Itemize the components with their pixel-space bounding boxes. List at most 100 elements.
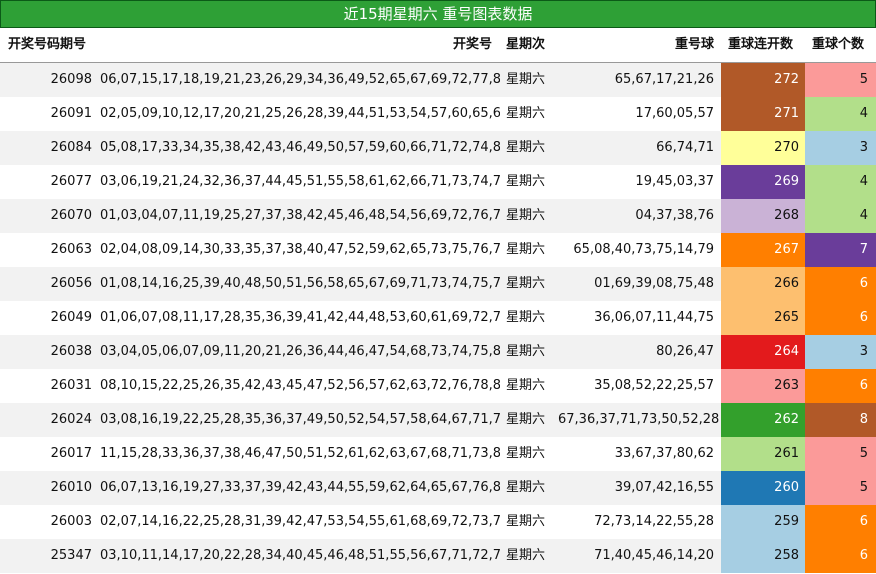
streak-cell: 264	[721, 335, 805, 369]
table-row: 26056 01,08,14,16,25,39,40,48,50,51,56,58…	[0, 267, 876, 301]
numbers-cell: 01,08,14,16,25,39,40,48,50,51,56,58,65,6…	[100, 276, 500, 291]
table-header: 开奖号码期号 开奖号 星期次 重号球 重球连开数 重球个数	[0, 28, 876, 63]
count-cell: 6	[805, 301, 876, 335]
weekday-cell: 星期六	[506, 276, 546, 291]
weekday-cell: 星期六	[506, 208, 546, 223]
repeat-balls-cell: 35,08,52,22,25,57	[594, 378, 714, 393]
count-cell: 6	[805, 539, 876, 573]
header-issue: 开奖号码期号	[8, 37, 87, 52]
repeat-balls-cell: 39,07,42,16,55	[614, 480, 714, 495]
table-row: 26084 05,08,17,33,34,35,38,42,43,46,49,50…	[0, 131, 876, 165]
numbers-cell: 01,03,04,07,11,19,25,27,37,38,42,45,46,4…	[100, 208, 500, 223]
weekday-cell: 星期六	[506, 310, 546, 325]
count-cell: 4	[805, 97, 876, 131]
streak-cell: 268	[721, 199, 805, 233]
streak-cell: 271	[721, 97, 805, 131]
header-weekday: 星期次	[506, 37, 546, 52]
numbers-cell: 03,08,16,19,22,25,28,35,36,37,49,50,52,5…	[100, 412, 500, 427]
header-streak: 重球连开数	[728, 37, 794, 52]
issue-cell: 26063	[50, 242, 92, 257]
weekday-cell: 星期六	[506, 344, 546, 359]
weekday-cell: 星期六	[506, 140, 546, 155]
table-row: 26049 01,06,07,08,11,17,28,35,36,39,41,42…	[0, 301, 876, 335]
numbers-cell: 02,05,09,10,12,17,20,21,25,26,28,39,44,5…	[100, 106, 500, 121]
numbers-cell: 05,08,17,33,34,35,38,42,43,46,49,50,57,5…	[100, 140, 500, 155]
issue-cell: 26017	[50, 446, 92, 461]
table-row: 26017 11,15,28,33,36,37,38,46,47,50,51,52…	[0, 437, 876, 471]
issue-cell: 25347	[50, 548, 92, 563]
repeat-balls-cell: 01,69,39,08,75,48	[594, 276, 714, 291]
header-repeat-balls: 重号球	[674, 37, 714, 52]
issue-cell: 26010	[50, 480, 92, 495]
streak-cell: 261	[721, 437, 805, 471]
streak-cell: 270	[721, 131, 805, 165]
count-cell: 4	[805, 199, 876, 233]
repeat-balls-cell: 19,45,03,37	[635, 174, 714, 189]
numbers-cell: 06,07,13,16,19,27,33,37,39,42,43,44,55,5…	[100, 480, 500, 495]
table-row: 26003 02,07,14,16,22,25,28,31,39,42,47,53…	[0, 505, 876, 539]
numbers-cell: 02,07,14,16,22,25,28,31,39,42,47,53,54,5…	[100, 514, 500, 529]
count-cell: 4	[805, 165, 876, 199]
numbers-cell: 06,07,15,17,18,19,21,23,26,29,34,36,49,5…	[100, 72, 500, 87]
count-cell: 6	[805, 267, 876, 301]
weekday-cell: 星期六	[506, 480, 546, 495]
numbers-cell: 11,15,28,33,36,37,38,46,47,50,51,52,61,6…	[100, 446, 500, 461]
issue-cell: 26003	[50, 514, 92, 529]
page: 近15期星期六 重号图表数据 开奖号码期号 开奖号 星期次 重号球 重球连开数 …	[0, 0, 876, 574]
issue-cell: 26056	[50, 276, 92, 291]
weekday-cell: 星期六	[506, 548, 546, 563]
weekday-cell: 星期六	[506, 514, 546, 529]
streak-cell: 262	[721, 403, 805, 437]
table-row: 26063 02,04,08,09,14,30,33,35,37,38,40,47…	[0, 233, 876, 267]
issue-cell: 26077	[50, 174, 92, 189]
issue-cell: 26024	[50, 412, 92, 427]
issue-cell: 26098	[50, 72, 92, 87]
issue-cell: 26038	[50, 344, 92, 359]
numbers-cell: 01,06,07,08,11,17,28,35,36,39,41,42,44,4…	[100, 310, 500, 325]
count-cell: 3	[805, 131, 876, 165]
table-row: 26070 01,03,04,07,11,19,25,27,37,38,42,45…	[0, 199, 876, 233]
repeat-balls-cell: 36,06,07,11,44,75	[594, 310, 714, 325]
issue-cell: 26084	[50, 140, 92, 155]
streak-cell: 258	[721, 539, 805, 573]
repeat-balls-cell: 33,67,37,80,62	[614, 446, 714, 461]
weekday-cell: 星期六	[506, 412, 546, 427]
table-row: 26031 08,10,15,22,25,26,35,42,43,45,47,52…	[0, 369, 876, 403]
issue-cell: 26031	[50, 378, 92, 393]
repeat-balls-cell: 80,26,47	[656, 344, 714, 359]
numbers-cell: 08,10,15,22,25,26,35,42,43,45,47,52,56,5…	[100, 378, 500, 393]
repeat-balls-cell: 65,67,17,21,26	[614, 72, 714, 87]
streak-cell: 269	[721, 165, 805, 199]
repeat-balls-cell: 71,40,45,46,14,20	[594, 548, 714, 563]
weekday-cell: 星期六	[506, 72, 546, 87]
numbers-cell: 03,06,19,21,24,32,36,37,44,45,51,55,58,6…	[100, 174, 500, 189]
table-row: 26010 06,07,13,16,19,27,33,37,39,42,43,44…	[0, 471, 876, 505]
count-cell: 5	[805, 437, 876, 471]
count-cell: 6	[805, 505, 876, 539]
table-row: 26077 03,06,19,21,24,32,36,37,44,45,51,55…	[0, 165, 876, 199]
repeat-balls-cell: 17,60,05,57	[635, 106, 714, 121]
streak-cell: 259	[721, 505, 805, 539]
numbers-cell: 03,10,11,14,17,20,22,28,34,40,45,46,48,5…	[100, 548, 500, 563]
count-cell: 7	[805, 233, 876, 267]
numbers-cell: 02,04,08,09,14,30,33,35,37,38,40,47,52,5…	[100, 242, 500, 257]
table-row: 26038 03,04,05,06,07,09,11,20,21,26,36,44…	[0, 335, 876, 369]
repeat-balls-cell: 66,74,71	[656, 140, 714, 155]
repeat-balls-cell: 04,37,38,76	[635, 208, 714, 223]
repeat-balls-cell: 72,73,14,22,55,28	[594, 514, 714, 529]
count-cell: 3	[805, 335, 876, 369]
table-row: 25347 03,10,11,14,17,20,22,28,34,40,45,46…	[0, 539, 876, 573]
table-title: 近15期星期六 重号图表数据	[0, 0, 876, 28]
repeat-balls-cell: 67,36,37,71,73,50,52,28	[558, 412, 720, 427]
weekday-cell: 星期六	[506, 106, 546, 121]
issue-cell: 26049	[50, 310, 92, 325]
header-count: 重球个数	[812, 37, 865, 52]
streak-cell: 267	[721, 233, 805, 267]
count-cell: 6	[805, 369, 876, 403]
numbers-cell: 03,04,05,06,07,09,11,20,21,26,36,44,46,4…	[100, 344, 500, 359]
weekday-cell: 星期六	[506, 174, 546, 189]
weekday-cell: 星期六	[506, 242, 546, 257]
weekday-cell: 星期六	[506, 378, 546, 393]
streak-cell: 272	[721, 63, 805, 97]
streak-cell: 263	[721, 369, 805, 403]
